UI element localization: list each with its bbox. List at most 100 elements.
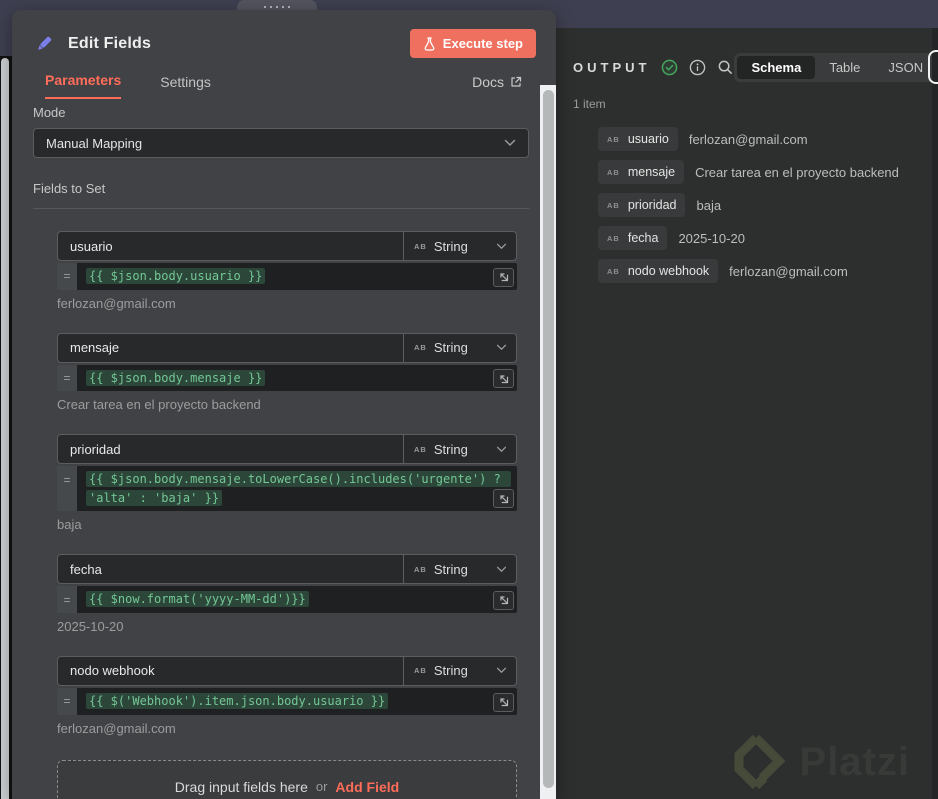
chevron-down-icon (496, 668, 507, 674)
view-tab-table[interactable]: Table (815, 56, 874, 79)
expression-mode-prefix: = (57, 586, 77, 613)
execute-step-button[interactable]: Execute step (409, 29, 536, 58)
app-canvas: Edit Fields Execute step Parameters Sett… (0, 0, 938, 799)
mode-label: Mode (33, 105, 66, 120)
expression-input[interactable]: {{ $('Webhook').item.json.body.usuario }… (77, 687, 517, 715)
field-type-select[interactable]: AB String (403, 656, 516, 685)
string-type-icon: AB (607, 167, 620, 177)
node-settings-modal: Edit Fields Execute step Parameters Sett… (12, 10, 556, 799)
items-count: 1 item (573, 97, 606, 111)
field-name-input[interactable]: usuario (58, 232, 403, 260)
schema-value: 2025-10-20 (678, 230, 745, 246)
field-name-input[interactable]: nodo webhook (58, 657, 403, 685)
string-type-icon: AB (607, 266, 620, 276)
output-view-toggle: Schema Table JSON (734, 53, 938, 82)
open-expression-editor-button[interactable] (493, 692, 514, 712)
parameters-body: Mode Manual Mapping Fields to Set usuari… (12, 99, 556, 799)
expression-result: Crear tarea en el proyecto backend (57, 397, 261, 413)
chevron-down-icon (496, 243, 507, 249)
input-panel-scrollbar[interactable] (1, 58, 9, 799)
string-type-icon: AB (414, 241, 427, 251)
schema-key: nodo webhook (627, 264, 710, 278)
schema-key-pill[interactable]: AB prioridad (598, 193, 686, 217)
view-tab-schema[interactable]: Schema (737, 56, 816, 79)
chevron-down-icon (504, 139, 516, 147)
tab-parameters[interactable]: Parameters (45, 72, 122, 99)
schema-key-pill[interactable]: AB nodo webhook (598, 259, 719, 283)
field-type-label: String (433, 238, 468, 254)
external-link-icon (511, 76, 522, 87)
field-type-label: String (433, 663, 468, 679)
parameters-scrollbar-track[interactable] (540, 85, 556, 799)
open-expression-editor-button[interactable] (493, 489, 514, 509)
expression-mode-prefix: = (57, 687, 77, 715)
expression-input[interactable]: {{ $now.format('yyyy-MM-dd')}} (77, 586, 517, 613)
field-type-select[interactable]: AB String (403, 435, 516, 464)
schema-key-pill[interactable]: AB usuario (598, 127, 678, 151)
schema-value: baja (696, 197, 722, 213)
expression-input[interactable]: {{ $json.body.mensaje.toLowerCase().incl… (77, 466, 517, 512)
schema-value: ferlozan@gmail.com (688, 131, 808, 147)
schema-value: Crear tarea en el proyecto backend (695, 164, 899, 180)
field-type-label: String (433, 441, 468, 457)
expand-expression-icon (499, 273, 508, 282)
expand-expression-icon (499, 698, 508, 707)
expand-expression-icon (499, 375, 508, 383)
string-type-icon: AB (607, 134, 620, 144)
schema-row: AB nodo webhook ferlozan@gmail.com (598, 259, 932, 283)
chevron-down-icon (496, 344, 507, 351)
expression-mode-prefix: = (57, 364, 77, 392)
output-title: OUTPUT (573, 60, 651, 75)
fields-to-set-label: Fields to Set (33, 181, 106, 196)
schema-key: usuario (627, 132, 669, 146)
schema-row: AB usuario ferlozan@gmail.com (598, 127, 932, 151)
add-field-button[interactable]: Add Field (335, 779, 399, 795)
tab-settings[interactable]: Settings (160, 74, 211, 99)
string-type-icon: AB (607, 200, 620, 210)
schema-row: AB prioridad baja (598, 193, 932, 217)
schema-key: prioridad (627, 198, 677, 212)
string-type-icon: AB (414, 444, 427, 454)
expression-input[interactable]: {{ $json.body.usuario }} (77, 263, 517, 290)
schema-row: AB mensaje Crear tarea en el proyecto ba… (598, 160, 932, 184)
node-title: Edit Fields (68, 34, 152, 52)
field-name-input[interactable]: mensaje (58, 334, 403, 362)
field-type-select[interactable]: AB String (403, 333, 516, 362)
expression-result: ferlozan@gmail.com (57, 720, 176, 736)
field-group-usuario: usuario AB String = {{ $json.body.usuari… (57, 231, 517, 311)
schema-key-pill[interactable]: AB mensaje (598, 160, 685, 184)
info-icon[interactable] (689, 59, 706, 76)
expand-expression-icon (499, 596, 508, 605)
schema-value: ferlozan@gmail.com (729, 263, 848, 279)
expression-input[interactable]: {{ $json.body.mensaje }} (77, 364, 517, 392)
search-icon[interactable] (717, 59, 734, 76)
field-name-input[interactable]: fecha (58, 555, 403, 583)
workflow-canvas-strip-left (0, 0, 12, 56)
docs-link[interactable]: Docs (472, 74, 522, 99)
field-type-select[interactable]: AB String (403, 232, 516, 260)
string-type-icon: AB (607, 233, 620, 243)
divider (33, 208, 529, 209)
output-panel: OUTPUT Schema Table JSON 1 item AB usuar… (556, 28, 938, 799)
schema-key-pill[interactable]: AB fecha (598, 226, 668, 250)
mode-select[interactable]: Manual Mapping (33, 128, 529, 158)
parameters-scrollbar-thumb[interactable] (542, 90, 554, 788)
chevron-down-icon (496, 566, 507, 573)
open-expression-editor-button[interactable] (493, 267, 514, 287)
chevron-down-icon (496, 446, 507, 452)
expression-mode-prefix: = (57, 466, 77, 512)
field-type-label: String (433, 561, 468, 577)
open-expression-editor-button[interactable] (493, 369, 514, 389)
field-type-label: String (433, 340, 468, 356)
expand-expression-icon (499, 495, 508, 503)
schema-key: mensaje (627, 165, 676, 179)
field-type-select[interactable]: AB String (403, 555, 516, 584)
field-name-input[interactable]: prioridad (58, 435, 403, 463)
collapsed-panel-button[interactable] (928, 50, 938, 84)
open-expression-editor-button[interactable] (493, 590, 514, 610)
schema-list: AB usuario ferlozan@gmail.com AB mensaje… (598, 127, 932, 283)
drag-fields-drop-zone[interactable]: Drag input fields here or Add Field (57, 759, 517, 799)
field-group-fecha: fecha AB String = {{ $now.format('yyyy-M… (57, 554, 517, 634)
flask-icon (424, 36, 435, 51)
string-type-icon: AB (414, 666, 427, 676)
